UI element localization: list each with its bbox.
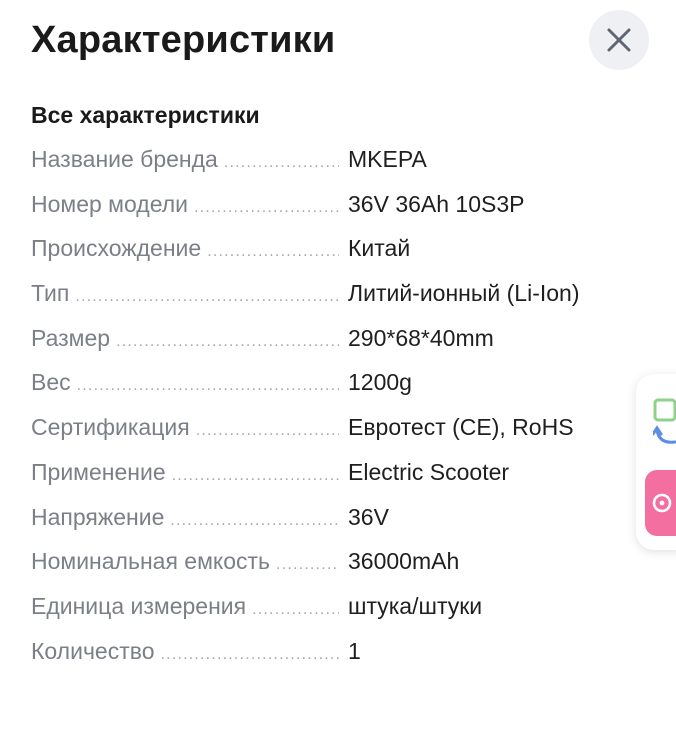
spec-key: Тип	[31, 280, 70, 307]
spec-value: 36V	[348, 503, 389, 530]
spec-key: Вес	[31, 369, 71, 396]
spec-key: Номинальная емкость	[31, 548, 271, 575]
spec-value: Electric Scooter	[348, 458, 510, 485]
spec-value: 1	[348, 637, 361, 664]
spec-key: Сертификация	[31, 414, 190, 441]
spec-row: Напряжение..............................…	[31, 499, 641, 544]
translate-icon[interactable]	[651, 398, 676, 453]
specs-list: Название бренда.........................…	[31, 141, 641, 677]
leader-dots: ........................................…	[160, 645, 339, 663]
leader-dots: ........................................…	[116, 332, 339, 350]
spec-row: Номинальная емкость.....................…	[31, 543, 641, 588]
page-title: Характеристики	[31, 19, 336, 61]
leader-dots: ........................................…	[276, 556, 339, 574]
spec-key: Единица измерения	[31, 592, 247, 619]
section-title: Все характеристики	[31, 102, 260, 128]
spec-value: Литий-ионный (Li-Ion)	[348, 280, 580, 307]
leader-dots: ........................................…	[76, 377, 339, 395]
spec-key: Количество	[31, 637, 155, 664]
leader-dots: ........................................…	[195, 422, 339, 440]
spec-value: 36V 36Ah 10S3P	[348, 190, 525, 217]
leader-dots: ........................................…	[207, 243, 339, 261]
leader-dots: ........................................…	[223, 154, 339, 171]
spec-value: Китай	[348, 235, 411, 262]
leader-dots: ........................................…	[170, 511, 339, 529]
spec-value: 290*68*40mm	[348, 324, 494, 351]
close-icon	[607, 28, 631, 52]
spec-key: Название бренда	[31, 146, 218, 172]
spec-value: штука/штуки	[348, 592, 483, 619]
spec-row: Количество..............................…	[31, 633, 641, 678]
spec-value: Евротест (CE), RoHS	[348, 414, 574, 441]
spec-row: Единица измерения.......................…	[31, 588, 641, 633]
floating-side-widget	[636, 374, 676, 550]
spec-value: 36000mAh	[348, 548, 460, 575]
spec-row: Размер..................................…	[31, 320, 641, 365]
spec-key: Происхождение	[31, 235, 202, 262]
spec-key: Применение	[31, 458, 166, 485]
spec-row: Тип.....................................…	[31, 275, 641, 320]
spec-key: Напряжение	[31, 503, 165, 530]
spec-key: Размер	[31, 324, 111, 351]
spec-row: Сертификация............................…	[31, 409, 641, 454]
spec-row: Вес.....................................…	[31, 364, 641, 409]
spec-value: 1200g	[348, 369, 412, 396]
leader-dots: ........................................…	[75, 288, 339, 306]
spec-key: Номер модели	[31, 190, 189, 217]
leader-dots: ........................................…	[194, 198, 339, 216]
spec-value: MKEPA	[348, 146, 427, 172]
spec-row: Номер модели............................…	[31, 186, 641, 231]
spec-row: Происхождение...........................…	[31, 230, 641, 275]
leader-dots: ........................................…	[171, 466, 339, 484]
spec-row: Название бренда.........................…	[31, 141, 641, 186]
leader-dots: ........................................…	[252, 600, 339, 618]
spec-row: Применение..............................…	[31, 454, 641, 499]
chat-button[interactable]	[645, 470, 676, 536]
close-button[interactable]	[589, 10, 649, 70]
chat-icon	[652, 493, 672, 513]
